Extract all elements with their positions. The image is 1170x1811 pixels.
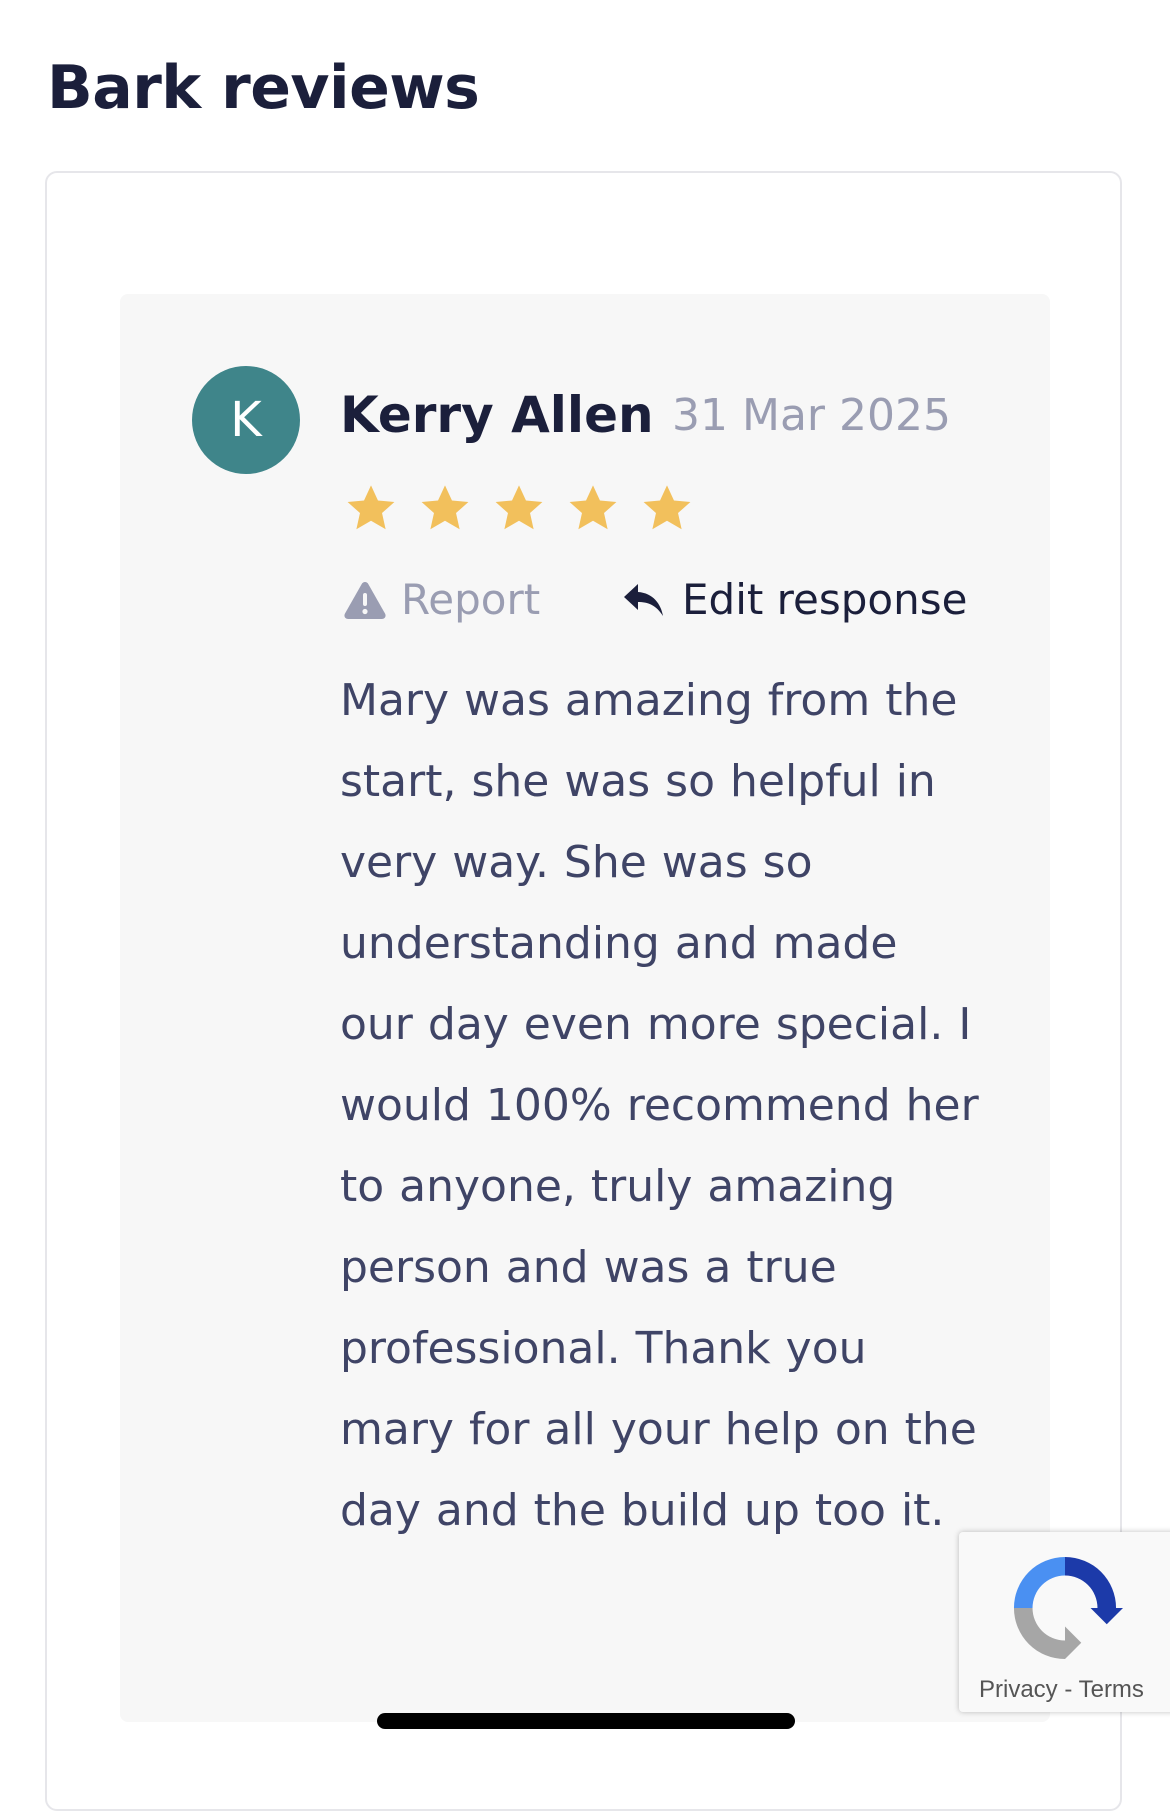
report-label: Report [401, 575, 541, 624]
edit-response-label: Edit response [682, 575, 968, 624]
star-icon [643, 485, 691, 530]
star-rating [344, 482, 694, 536]
review-text: Mary was amazing from the start, she was… [340, 675, 979, 1536]
avatar: K [192, 366, 300, 474]
recaptcha-separator: - [1064, 1676, 1073, 1703]
review-date: 31 Mar 2025 [672, 390, 951, 441]
recaptcha-badge[interactable]: Privacy - Terms [959, 1532, 1170, 1712]
recaptcha-icon [1013, 1556, 1123, 1660]
report-button[interactable]: Report [343, 572, 540, 628]
warning-triangle-icon [344, 582, 386, 619]
star-icon [421, 485, 469, 530]
star-icon [569, 485, 617, 530]
recaptcha-privacy-link[interactable]: Privacy [979, 1676, 1058, 1703]
recaptcha-terms-link[interactable]: Terms [1079, 1676, 1144, 1703]
recaptcha-links: Privacy - Terms [979, 1676, 1144, 1704]
star-icon [347, 485, 395, 530]
page-title: Bark reviews [47, 53, 480, 123]
star-icon [495, 485, 543, 530]
edit-response-button[interactable]: Edit response [622, 572, 967, 628]
home-indicator [377, 1713, 795, 1729]
reply-arrow-icon [624, 584, 663, 616]
reviewer-name: Kerry Allen [340, 386, 654, 444]
